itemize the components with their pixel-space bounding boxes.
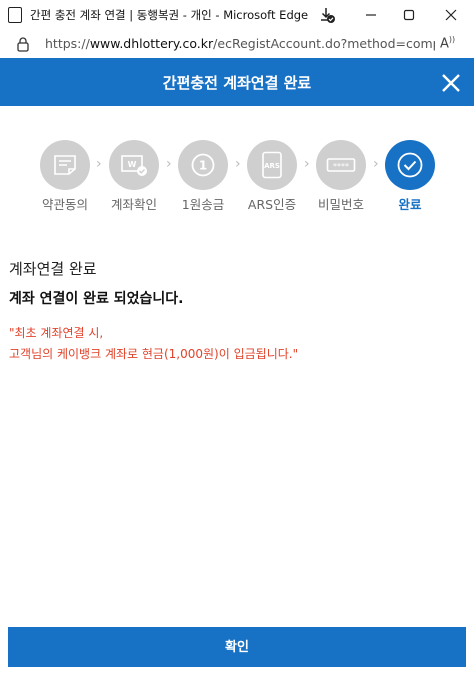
section-title: 계좌연결 완료 <box>9 260 97 278</box>
window-title: 간편 충전 계좌 연결 | 동행복권 - 개인 - Microsoft Edge <box>30 8 309 22</box>
download-icon[interactable] <box>308 0 346 30</box>
step-label: ARS인증 <box>247 197 297 212</box>
step-label: 1원송금 <box>181 197 225 212</box>
deposit-note-line2: 고객님의 케이뱅크 계좌로 현금(1,000원)이 입금됩니다." <box>9 347 299 361</box>
page-icon <box>8 7 22 23</box>
step-label: 완료 <box>398 197 422 212</box>
step-one-won: 1 1원송금 <box>168 140 238 213</box>
svg-text:W: W <box>128 160 137 169</box>
page-title: 간편충전 계좌연결 완료 <box>162 74 312 92</box>
completion-message: 계좌 연결이 완료 되었습니다. <box>9 291 184 307</box>
maximize-icon[interactable] <box>390 0 428 30</box>
step-password: **** 비밀번호 <box>306 140 376 213</box>
one-won-icon: 1 <box>178 140 228 190</box>
modal-header: 간편충전 계좌연결 완료 <box>0 58 474 106</box>
lock-icon[interactable] <box>16 36 30 56</box>
svg-text:1: 1 <box>199 159 207 173</box>
step-complete: 완료 <box>375 140 445 213</box>
terms-icon <box>40 140 90 190</box>
deposit-note-line1: "최초 계좌연결 시, <box>9 326 104 340</box>
check-icon <box>385 140 435 190</box>
close-icon[interactable] <box>432 0 470 30</box>
step-account-check: W 계좌확인 <box>99 140 169 213</box>
step-indicator: 약관동의 › W 계좌확인 › 1 1원송금 › ARS ARS인증 › ***… <box>0 140 474 220</box>
minimize-icon[interactable] <box>352 0 390 30</box>
password-icon: **** <box>316 140 366 190</box>
read-aloud-icon[interactable]: A)) <box>440 35 455 51</box>
step-label: 약관동의 <box>41 197 88 212</box>
url-text[interactable]: https://www.dhlottery.co.kr/ecRegistAcco… <box>45 36 435 51</box>
ars-phone-icon: ARS <box>247 140 297 190</box>
svg-text:****: **** <box>333 162 349 171</box>
close-icon[interactable] <box>438 70 464 96</box>
confirm-button[interactable]: 확인 <box>8 627 466 667</box>
address-bar[interactable]: https://www.dhlottery.co.kr/ecRegistAcco… <box>0 30 474 58</box>
svg-text:ARS: ARS <box>264 162 280 170</box>
account-check-icon: W <box>109 140 159 190</box>
step-label: 비밀번호 <box>317 197 364 212</box>
step-label: 계좌확인 <box>110 197 157 212</box>
step-terms: 약관동의 <box>30 140 100 213</box>
step-ars: ARS ARS인증 <box>237 140 307 213</box>
window-titlebar: 간편 충전 계좌 연결 | 동행복권 - 개인 - Microsoft Edge <box>0 0 474 30</box>
